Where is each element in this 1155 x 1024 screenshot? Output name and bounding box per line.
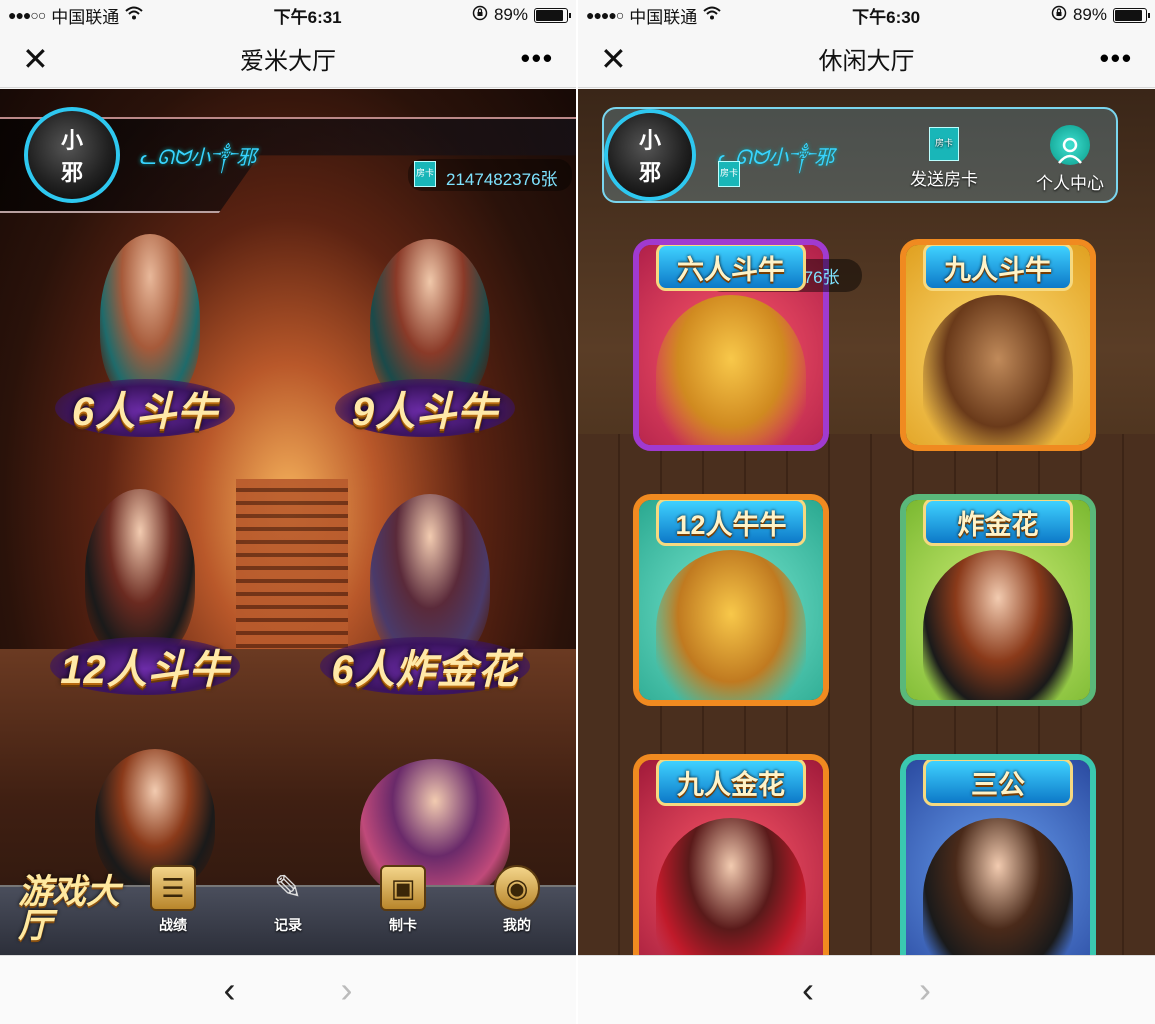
tile-title: 炸金花 xyxy=(923,500,1073,546)
back-icon[interactable]: ‹ xyxy=(802,972,814,1008)
orientation-lock-icon xyxy=(472,5,488,26)
carrier: 中国联通 xyxy=(51,7,120,27)
page-title: 休闲大厅 xyxy=(818,48,915,75)
menu-profile-button[interactable]: ◉ 我的 xyxy=(482,865,552,935)
mode-6-niuniu-button[interactable]: 6人斗牛 xyxy=(55,379,235,437)
nav-bar: ✕ 休闲大厅 ••• xyxy=(578,30,1155,88)
dealer-character xyxy=(85,489,195,659)
menu-make-card-button[interactable]: ▣ 制卡 xyxy=(368,865,438,935)
wifi-icon xyxy=(703,5,721,25)
send-card-button[interactable]: 房卡 发送房卡 xyxy=(904,127,984,190)
tile-title: 三公 xyxy=(923,760,1073,806)
mode-12-niuniu-button[interactable]: 12人斗牛 xyxy=(50,637,240,695)
list-icon: ☰ xyxy=(150,865,196,911)
tile-nine-jinhua[interactable]: 九人金花 xyxy=(633,754,829,955)
clock: 下午6:31 xyxy=(273,7,342,27)
page-title: 爱米大厅 xyxy=(240,48,336,75)
tile-zhajinhua[interactable]: 炸金花 xyxy=(900,494,1096,706)
forward-icon[interactable]: › xyxy=(341,972,353,1008)
clock: 下午6:30 xyxy=(852,7,921,27)
game-canvas: 小邪 ᓚᘏᗢ小༒邪 房卡 房卡 发送房卡 个人中心 六人斗牛 九人斗牛 12人牛… xyxy=(578,89,1155,955)
game-menu-bar: 游戏大厅 ☰ 战绩 ✎ 记录 ▣ 制卡 ◉ 我的 xyxy=(0,865,576,955)
signal-icon: ●●●○○ xyxy=(8,7,46,23)
tile-nine-niuniu[interactable]: 九人斗牛 xyxy=(900,239,1096,451)
left-phone: ●●●○○ 中国联通 下午6:31 89% ✕ 爱米大厅 ••• 小 邪 ᓚᘏᗢ… xyxy=(0,0,576,1024)
status-bar: ●●●●○ 中国联通 下午6:30 89% xyxy=(578,0,1155,30)
tile-sangong[interactable]: 三公 xyxy=(900,754,1096,955)
carrier: 中国联通 xyxy=(629,7,698,27)
card-count: 2147482376张 xyxy=(446,170,558,189)
pencil-icon: ✎ xyxy=(273,869,303,907)
film-icon: ▣ xyxy=(380,865,426,911)
user-icon xyxy=(1050,125,1090,165)
tile-title: 12人牛牛 xyxy=(656,500,806,546)
battery-percent: 89% xyxy=(493,5,528,24)
browser-toolbar: ‹ › xyxy=(578,955,1155,1024)
browser-toolbar: ‹ › xyxy=(0,955,576,1024)
more-icon[interactable]: ••• xyxy=(514,43,554,74)
signal-icon: ●●●●○ xyxy=(586,7,624,23)
battery-icon xyxy=(534,7,571,23)
wifi-icon xyxy=(125,5,143,25)
tile-title: 九人金花 xyxy=(656,760,806,806)
close-icon[interactable]: ✕ xyxy=(22,43,62,75)
close-icon[interactable]: ✕ xyxy=(600,43,640,75)
avatar[interactable]: 小邪 xyxy=(604,109,696,201)
avatar[interactable]: 小邪 xyxy=(24,107,120,203)
tile-six-niuniu[interactable]: 六人斗牛 xyxy=(633,239,829,451)
nav-bar: ✕ 爱米大厅 ••• xyxy=(0,30,576,88)
tile-title: 九人斗牛 xyxy=(923,245,1073,291)
forward-icon[interactable]: › xyxy=(919,972,931,1008)
back-icon[interactable]: ‹ xyxy=(224,972,236,1008)
mode-9-niuniu-button[interactable]: 9人斗牛 xyxy=(335,379,515,437)
room-card-icon: 房卡 xyxy=(414,161,436,187)
username: ᓚᘏᗢ小༒邪 xyxy=(140,147,257,169)
tile-twelve-niuniu[interactable]: 12人牛牛 xyxy=(633,494,829,706)
user-icon: ◉ xyxy=(494,865,540,911)
room-card-icon: 房卡 xyxy=(718,161,740,187)
tile-title: 六人斗牛 xyxy=(656,245,806,291)
room-card-icon: 房卡 xyxy=(929,127,959,161)
battery-icon xyxy=(1113,7,1150,23)
game-hall-logo[interactable]: 游戏大厅 xyxy=(18,875,128,943)
mode-6-zhajinhua-button[interactable]: 6人炸金花 xyxy=(320,637,530,695)
game-canvas: 小邪 ᓚᘏᗢ小༒邪 房卡 2147482376张 6人斗牛 9人斗牛 12人斗牛… xyxy=(0,89,576,955)
orientation-lock-icon xyxy=(1051,5,1067,26)
battery-percent: 89% xyxy=(1072,5,1107,24)
menu-records-button[interactable]: ✎ 记录 xyxy=(253,865,323,935)
status-bar: ●●●○○ 中国联通 下午6:31 89% xyxy=(0,0,576,30)
personal-center-button[interactable]: 个人中心 xyxy=(1030,125,1110,194)
menu-stats-button[interactable]: ☰ 战绩 xyxy=(138,865,208,935)
right-phone: ●●●●○ 中国联通 下午6:30 89% ✕ 休闲大厅 ••• 小 邪 ᓚᘏᗢ… xyxy=(578,0,1155,1024)
more-icon[interactable]: ••• xyxy=(1093,43,1133,74)
